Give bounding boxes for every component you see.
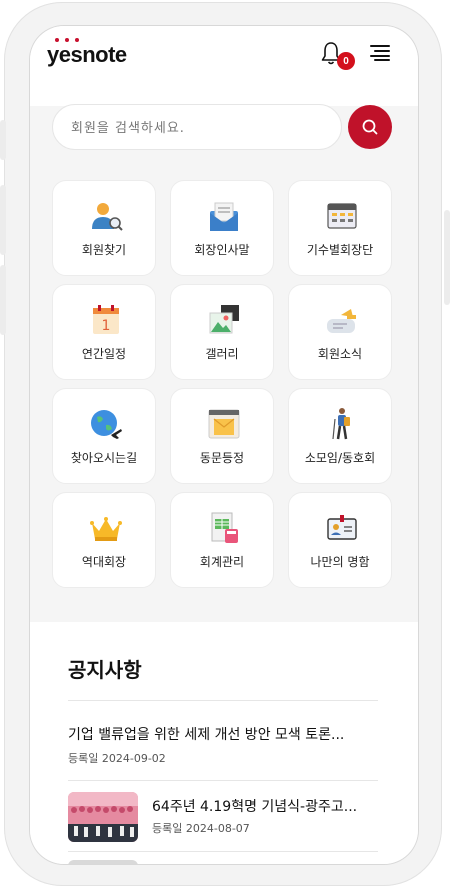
menu-tile-label: 기수별회장단	[306, 243, 374, 257]
menu-tile-member-search[interactable]: 회원찾기	[52, 180, 156, 276]
menu-tile-alumni[interactable]: 동문등정	[170, 388, 274, 484]
menu-tile-business-card[interactable]: 나만의 명함	[288, 492, 392, 588]
hamburger-menu-icon[interactable]	[370, 45, 390, 61]
menu-tile-label: 연간일정	[81, 347, 127, 361]
menu-tile-label: 회계관리	[199, 555, 245, 569]
calendar-icon: 1	[93, 305, 119, 334]
notice-divider	[68, 851, 378, 852]
menu-tile-label: 회장인사말	[194, 243, 250, 257]
browser-doc-icon	[208, 409, 240, 439]
menu-tile-roster[interactable]: 기수별회장단	[288, 180, 392, 276]
side-button-right	[444, 210, 450, 305]
side-button-left-bottom	[0, 265, 6, 335]
screen: yesnote 0 회원을 검색하세요. 회원찾기 회장인사말 기수별회장단 1…	[30, 26, 418, 864]
menu-tile-accounting[interactable]: 회계관리	[170, 492, 274, 588]
notice-section-title: 공지사항	[68, 658, 142, 682]
notification-badge: 0	[337, 52, 355, 70]
menu-tile-gallery[interactable]: 갤러리	[170, 284, 274, 380]
menu-tile-calendar[interactable]: 1 연간일정	[52, 284, 156, 380]
accounting-calculator-icon	[211, 512, 238, 543]
roster-table-icon	[327, 203, 357, 229]
svg-text:1: 1	[102, 318, 111, 334]
menu-tile-clubs[interactable]: 소모임/동호회	[288, 388, 392, 484]
ceremony-photo-image	[68, 792, 138, 842]
notice-thumbnail[interactable]	[68, 792, 138, 842]
menu-tile-label: 회원소식	[317, 347, 363, 361]
side-button-left-top	[0, 120, 6, 160]
menu-tile-label: 찾아오시는길	[70, 451, 138, 465]
app-header: yesnote 0	[30, 26, 418, 106]
greeting-letter-icon	[210, 202, 238, 231]
notice-divider	[68, 780, 378, 781]
member-news-icon	[327, 309, 356, 333]
menu-tile-member-news[interactable]: 회원소식	[288, 284, 392, 380]
notice-item-date: 등록일 2024-08-07	[152, 822, 250, 835]
side-button-left-mid	[0, 185, 6, 255]
search-input[interactable]	[69, 105, 313, 151]
logo-text: yesnote	[47, 42, 127, 67]
logo[interactable]: yesnote	[47, 38, 127, 68]
business-card-icon	[327, 515, 357, 540]
notice-item-date: 등록일 2024-09-02	[68, 752, 166, 765]
menu-tile-label: 역대회장	[81, 555, 127, 569]
menu-tile-directions[interactable]: 찾아오시는길	[52, 388, 156, 484]
notice-thumbnail-partial	[68, 860, 138, 864]
hiker-icon	[332, 408, 350, 440]
globe-plane-icon	[91, 410, 122, 439]
search-field	[52, 104, 342, 151]
member-search-icon	[92, 203, 123, 231]
menu-tile-label: 갤러리	[205, 347, 239, 361]
notice-divider	[68, 700, 378, 701]
gallery-icon	[209, 305, 239, 334]
notice-section: 공지사항 기업 밸류업을 위한 세제 개선 방안 모색 토론... 등록일 20…	[30, 622, 418, 864]
menu-tile-label: 나만의 명함	[310, 555, 370, 569]
menu-tile-greeting[interactable]: 회장인사말	[170, 180, 274, 276]
crown-icon	[90, 517, 122, 541]
search-icon	[362, 119, 378, 135]
menu-tile-label: 동문등정	[199, 451, 245, 465]
menu-tile-label: 소모임/동호회	[304, 451, 376, 465]
search-button[interactable]	[348, 105, 392, 149]
notice-item-title[interactable]: 기업 밸류업을 위한 세제 개선 방안 모색 토론...	[68, 724, 344, 744]
menu-tile-label: 회원찾기	[81, 243, 127, 257]
notice-item-title[interactable]: 64주년 4.19혁명 기념식-광주고...	[152, 796, 357, 816]
menu-tile-past-presidents[interactable]: 역대회장	[52, 492, 156, 588]
